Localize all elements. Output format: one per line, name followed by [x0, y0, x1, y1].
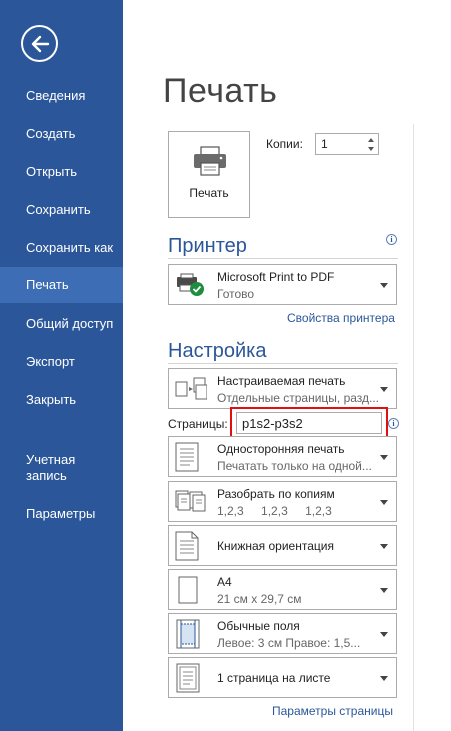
paper-size-subtitle: 21 см x 29,7 см: [217, 592, 302, 606]
chevron-down-icon: [380, 543, 388, 549]
paper-size-icon: [178, 576, 198, 603]
print-button-label: Печать: [189, 186, 229, 200]
nav-account[interactable]: Учетная запись: [0, 448, 123, 488]
nav-print[interactable]: Печать: [0, 267, 123, 303]
nav-close[interactable]: Закрыть: [0, 382, 123, 418]
chevron-down-icon: [380, 675, 388, 681]
print-what-title: Настраиваемая печать: [217, 374, 346, 388]
backstage-sidebar: Сведения Создать Открыть Сохранить Сохра…: [0, 0, 123, 731]
collate-title: Разобрать по копиям: [217, 487, 335, 501]
nav-options[interactable]: Параметры: [0, 496, 123, 532]
back-arrow-icon[interactable]: [21, 25, 58, 62]
pages-per-sheet-dropdown[interactable]: 1 страница на листе: [168, 657, 397, 698]
settings-section-title: Настройка: [168, 340, 267, 362]
printer-name: Microsoft Print to PDF: [217, 270, 335, 284]
pages-label: Страницы:: [168, 417, 228, 431]
printer-section-title: Принтер: [168, 235, 247, 257]
sides-dropdown[interactable]: Односторонняя печать Печатать только на …: [168, 436, 397, 477]
increment-icon[interactable]: [367, 136, 375, 144]
backstage-print-view: Сведения Создать Открыть Сохранить Сохра…: [0, 0, 451, 731]
nav-share[interactable]: Общий доступ: [0, 306, 123, 342]
collate-set: 1,2,3: [305, 504, 332, 518]
margins-icon: [176, 619, 200, 648]
nav-open[interactable]: Открыть: [0, 154, 123, 190]
highlight-box: [230, 407, 388, 439]
chevron-down-icon: [380, 454, 388, 460]
chevron-down-icon: [380, 631, 388, 637]
page-title: Печать: [163, 72, 278, 110]
collate-dropdown[interactable]: Разобрать по копиям 1,2,3 1,2,3 1,2,3: [168, 481, 397, 522]
pages-per-sheet-title: 1 страница на листе: [217, 670, 331, 685]
copies-label: Копии:: [266, 137, 303, 151]
page-setup-link[interactable]: Параметры страницы: [272, 704, 393, 718]
collate-set: 1,2,3: [261, 504, 288, 518]
collate-set: 1,2,3: [217, 504, 244, 518]
printer-properties-link[interactable]: Свойства принтера: [287, 311, 395, 325]
chevron-down-icon: [380, 282, 388, 288]
one-sided-icon: [175, 442, 199, 471]
print-what-subtitle: Отдельные страницы, разд...: [217, 391, 380, 405]
sides-title: Односторонняя печать: [217, 442, 345, 456]
sides-subtitle: Печатать только на одной...: [217, 459, 372, 473]
pages-per-sheet-icon: [176, 663, 200, 692]
margins-dropdown[interactable]: Обычные поля Левое: 3 см Правое: 1,5...: [168, 613, 397, 654]
margins-subtitle: Левое: 3 см Правое: 1,5...: [217, 636, 361, 650]
section-divider: [168, 363, 398, 364]
custom-pages-icon: [175, 377, 207, 399]
copies-stepper[interactable]: 1: [315, 133, 379, 155]
copies-value: 1: [321, 137, 328, 151]
printer-dropdown[interactable]: Microsoft Print to PDF Готово: [168, 264, 397, 305]
print-what-dropdown[interactable]: Настраиваемая печать Отдельные страницы,…: [168, 368, 397, 409]
section-divider: [168, 258, 398, 259]
paper-size-dropdown[interactable]: A4 21 см x 29,7 см: [168, 569, 397, 610]
collate-icon: [175, 490, 206, 511]
nav-info[interactable]: Сведения: [0, 78, 123, 114]
print-button[interactable]: Печать: [168, 131, 250, 218]
portrait-orientation-icon: [175, 531, 199, 560]
margins-title: Обычные поля: [217, 619, 300, 633]
decrement-icon[interactable]: [367, 145, 375, 153]
orientation-dropdown[interactable]: Книжная ориентация: [168, 525, 397, 566]
nav-save-as[interactable]: Сохранить как: [0, 230, 123, 266]
collate-sequence: 1,2,3 1,2,3 1,2,3: [217, 504, 346, 518]
nav-save[interactable]: Сохранить: [0, 192, 123, 228]
panel-divider: [413, 124, 414, 731]
chevron-down-icon: [380, 587, 388, 593]
printer-status: Готово: [217, 287, 255, 301]
chevron-down-icon: [380, 499, 388, 505]
printer-icon: [194, 146, 226, 176]
paper-size-title: A4: [217, 575, 232, 589]
printer-ready-icon: [177, 273, 204, 296]
chevron-down-icon: [380, 386, 388, 392]
nav-export[interactable]: Экспорт: [0, 344, 123, 380]
info-icon[interactable]: i: [386, 234, 397, 245]
info-icon[interactable]: i: [388, 418, 399, 429]
orientation-title: Книжная ориентация: [217, 538, 334, 553]
nav-new[interactable]: Создать: [0, 116, 123, 152]
